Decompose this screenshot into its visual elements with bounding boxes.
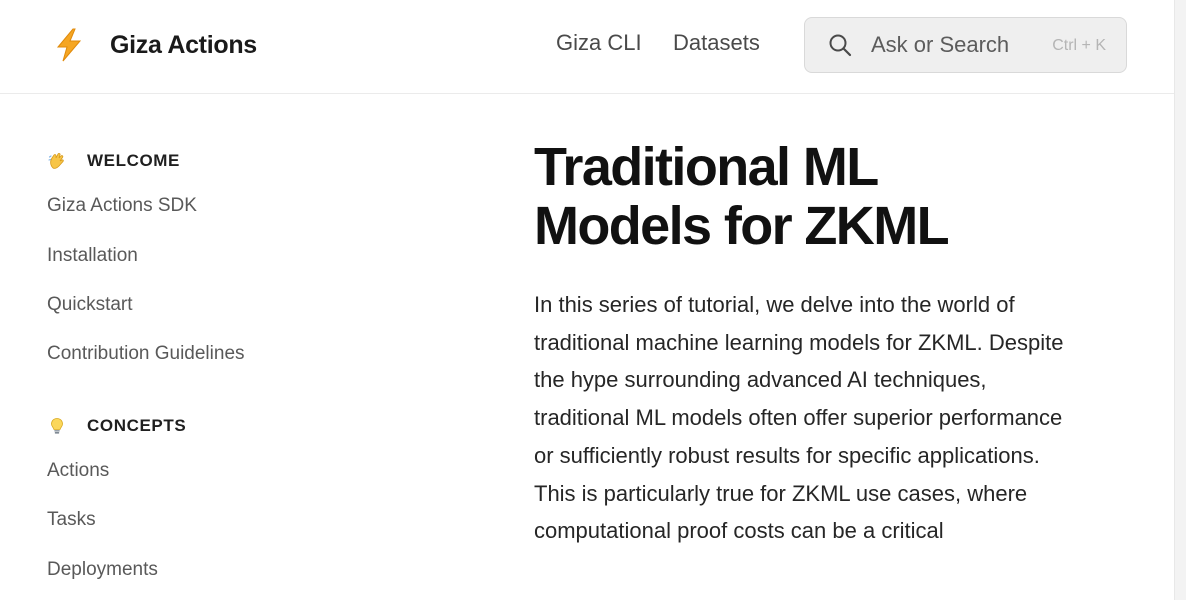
sidebar-item-actions[interactable]: Actions xyxy=(47,460,109,482)
lightning-bolt-icon xyxy=(52,28,86,62)
nav-link-giza-cli[interactable]: Giza CLI xyxy=(556,30,642,56)
search-placeholder: Ask or Search xyxy=(871,32,1010,57)
docs-page: Giza Actions Giza CLI Datasets Ask or Se… xyxy=(0,0,1186,600)
sidebar-section-concepts: CONCEPTS xyxy=(47,416,186,436)
search-icon xyxy=(827,32,853,58)
sidebar: WELCOME Giza Actions SDK Installation Qu… xyxy=(0,94,480,600)
scrollbar[interactable] xyxy=(1174,0,1186,600)
sidebar-section-title: CONCEPTS xyxy=(87,416,187,435)
search-shortcut-hint: Ctrl + K xyxy=(1052,37,1106,54)
sidebar-item-giza-actions-sdk[interactable]: Giza Actions SDK xyxy=(47,195,197,217)
sidebar-item-contribution-guidelines[interactable]: Contribution Guidelines xyxy=(47,343,245,365)
nav-link-datasets[interactable]: Datasets xyxy=(673,30,760,56)
sidebar-item-deployments[interactable]: Deployments xyxy=(47,559,158,581)
page-title: Traditional ML Models for ZKML xyxy=(534,137,950,256)
sidebar-section-welcome: WELCOME xyxy=(47,151,180,171)
sidebar-item-tasks[interactable]: Tasks xyxy=(47,509,96,531)
light-bulb-icon xyxy=(47,416,67,436)
sidebar-item-quickstart[interactable]: Quickstart xyxy=(47,294,133,316)
brand-home-link[interactable]: Giza Actions xyxy=(52,28,257,62)
sidebar-item-installation[interactable]: Installation xyxy=(47,245,138,267)
waving-hand-icon xyxy=(47,151,67,171)
intro-paragraph: In this series of tutorial, we delve int… xyxy=(534,292,1064,544)
brand-title: Giza Actions xyxy=(110,30,257,59)
search-box[interactable]: Ask or Search Ctrl + K xyxy=(804,17,1127,73)
sidebar-section-title: WELCOME xyxy=(87,151,180,170)
top-header: Giza Actions Giza CLI Datasets Ask or Se… xyxy=(0,0,1174,94)
